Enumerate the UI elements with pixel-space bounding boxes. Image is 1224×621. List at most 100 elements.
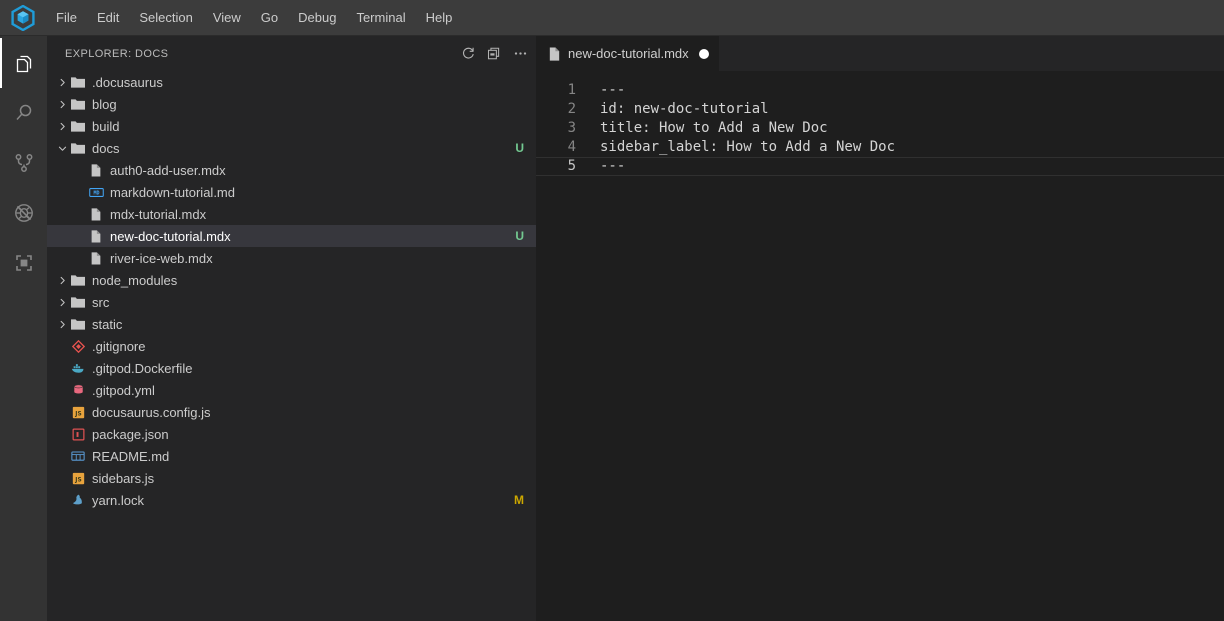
twisty-icon[interactable]: [55, 137, 69, 159]
tree-row[interactable]: build: [47, 115, 536, 137]
javascript-icon: JS: [69, 401, 87, 423]
twisty-icon[interactable]: [55, 71, 69, 93]
tree-row-label: markdown-tutorial.md: [110, 185, 524, 200]
file-generic-icon: [87, 159, 105, 181]
tree-row-label: static: [92, 317, 524, 332]
tree-row-label: sidebars.js: [92, 471, 524, 486]
search-icon: [12, 101, 36, 125]
twisty-spacer: [55, 445, 69, 467]
tree-row[interactable]: new-doc-tutorial.mdxU: [47, 225, 536, 247]
ellipsis-icon[interactable]: [512, 46, 528, 62]
tree-row-label: .gitignore: [92, 339, 524, 354]
svg-text:MD: MD: [93, 190, 99, 196]
tree-row[interactable]: src: [47, 291, 536, 313]
tree-row[interactable]: blog: [47, 93, 536, 115]
code-line: 5---: [536, 157, 1224, 176]
menu-item-edit[interactable]: Edit: [89, 0, 127, 36]
javascript-icon: JS: [69, 467, 87, 489]
activity-bar: [0, 36, 47, 621]
tree-row[interactable]: MD markdown-tutorial.md: [47, 181, 536, 203]
yarn-icon: [69, 489, 87, 511]
menu-item-view[interactable]: View: [205, 0, 249, 36]
twisty-spacer: [73, 225, 87, 247]
tree-row[interactable]: .gitignore: [47, 335, 536, 357]
twisty-spacer: [73, 181, 87, 203]
folder-icon: [69, 313, 87, 335]
tree-row-label: blog: [92, 97, 524, 112]
menu-bar: File Edit Selection View Go Debug Termin…: [46, 0, 462, 36]
git-icon: [69, 335, 87, 357]
twisty-icon[interactable]: [55, 115, 69, 137]
vscode-window: File Edit Selection View Go Debug Termin…: [0, 0, 1224, 621]
yaml-icon: [69, 379, 87, 401]
code-editor[interactable]: 1---2id: new-doc-tutorial3title: How to …: [536, 71, 1224, 621]
editor-group: new-doc-tutorial.mdx 1---2id: new-doc-tu…: [536, 36, 1224, 621]
menu-item-selection[interactable]: Selection: [131, 0, 200, 36]
code-line: 3title: How to Add a New Doc: [536, 119, 1224, 138]
twisty-spacer: [55, 489, 69, 511]
tab-label: new-doc-tutorial.mdx: [568, 46, 689, 61]
twisty-spacer: [73, 159, 87, 181]
tree-row[interactable]: auth0-add-user.mdx: [47, 159, 536, 181]
tree-row[interactable]: .gitpod.yml: [47, 379, 536, 401]
folder-icon: [69, 115, 87, 137]
git-status-badge: M: [514, 493, 524, 507]
tree-row[interactable]: river-ice-web.mdx: [47, 247, 536, 269]
code-text: ---: [598, 81, 1224, 100]
twisty-spacer: [73, 247, 87, 269]
line-number: 1: [536, 81, 598, 100]
folder-icon: [69, 269, 87, 291]
twisty-spacer: [55, 401, 69, 423]
twisty-icon[interactable]: [55, 291, 69, 313]
tree-row[interactable]: package.json: [47, 423, 536, 445]
activity-item-source-control[interactable]: [0, 138, 47, 188]
collapse-all-icon[interactable]: [486, 46, 502, 62]
tree-row[interactable]: JS sidebars.js: [47, 467, 536, 489]
tree-row[interactable]: docsU: [47, 137, 536, 159]
tree-row-label: docs: [92, 141, 507, 156]
file-generic-icon: [546, 46, 562, 62]
tree-row[interactable]: .docusaurus: [47, 71, 536, 93]
menu-item-help[interactable]: Help: [418, 0, 461, 36]
twisty-icon[interactable]: [55, 93, 69, 115]
tree-row-label: src: [92, 295, 524, 310]
menu-item-debug[interactable]: Debug: [290, 0, 344, 36]
activity-item-explorer[interactable]: [0, 38, 47, 88]
twisty-spacer: [55, 423, 69, 445]
debug-disabled-icon: [12, 201, 36, 225]
explorer-header-actions: [460, 46, 528, 62]
folder-icon: [69, 137, 87, 159]
tree-row[interactable]: .gitpod.Dockerfile: [47, 357, 536, 379]
folder-icon: [69, 93, 87, 115]
refresh-icon[interactable]: [460, 46, 476, 62]
twisty-icon[interactable]: [55, 269, 69, 291]
source-control-icon: [12, 151, 36, 175]
unsaved-indicator-icon[interactable]: [699, 49, 709, 59]
docker-icon: [69, 357, 87, 379]
menu-item-file[interactable]: File: [48, 0, 85, 36]
twisty-icon[interactable]: [55, 313, 69, 335]
folder-icon: [69, 71, 87, 93]
tab-new-doc-tutorial-mdx[interactable]: new-doc-tutorial.mdx: [536, 36, 720, 71]
menu-item-go[interactable]: Go: [253, 0, 286, 36]
tree-row[interactable]: JS docusaurus.config.js: [47, 401, 536, 423]
activity-item-run-debug[interactable]: [0, 188, 47, 238]
line-number: 3: [536, 119, 598, 138]
tree-row[interactable]: static: [47, 313, 536, 335]
activity-item-search[interactable]: [0, 88, 47, 138]
twisty-spacer: [73, 203, 87, 225]
tree-row[interactable]: README.md: [47, 445, 536, 467]
svg-text:JS: JS: [74, 411, 81, 417]
menu-item-terminal[interactable]: Terminal: [348, 0, 413, 36]
twisty-spacer: [55, 467, 69, 489]
code-line: 1---: [536, 81, 1224, 100]
twisty-spacer: [55, 335, 69, 357]
markdown-icon: MD: [87, 181, 105, 203]
tree-row[interactable]: yarn.lockM: [47, 489, 536, 511]
activity-item-extensions[interactable]: [0, 238, 47, 288]
tree-row-label: docusaurus.config.js: [92, 405, 524, 420]
tree-row-label: new-doc-tutorial.mdx: [110, 229, 507, 244]
tree-row[interactable]: mdx-tutorial.mdx: [47, 203, 536, 225]
tree-row[interactable]: node_modules: [47, 269, 536, 291]
code-text: title: How to Add a New Doc: [598, 119, 1224, 138]
